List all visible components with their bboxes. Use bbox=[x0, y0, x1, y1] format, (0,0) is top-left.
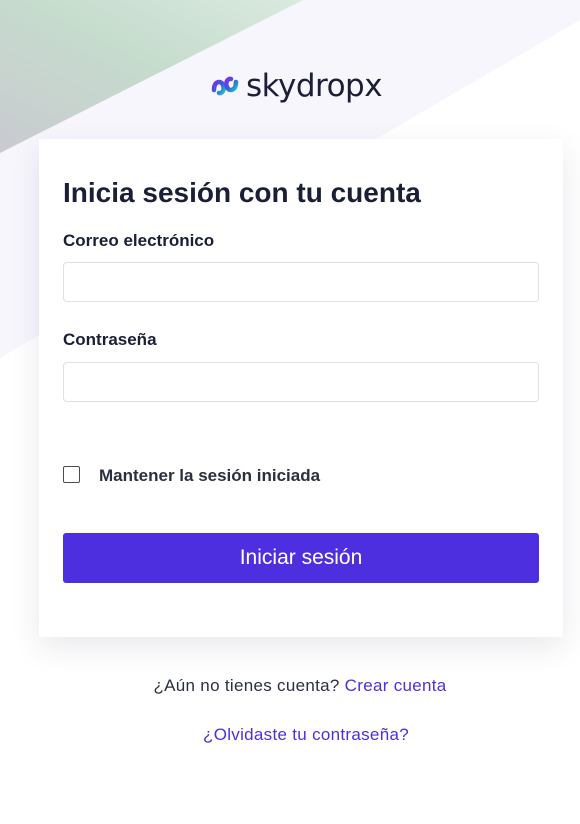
password-field[interactable] bbox=[63, 362, 539, 402]
password-label: Contraseña bbox=[63, 330, 157, 349]
create-account-link[interactable]: Crear cuenta bbox=[345, 676, 447, 695]
signup-prompt: ¿Aún no tienes cuenta? Crear cuenta bbox=[0, 676, 580, 696]
remember-me-row[interactable]: Mantener la sesión iniciada bbox=[63, 462, 320, 486]
remember-me-checkbox[interactable] bbox=[63, 465, 80, 483]
email-field[interactable] bbox=[63, 262, 539, 302]
page-title: Inicia sesión con tu cuenta bbox=[63, 177, 421, 208]
login-card: Inicia sesión con tu cuenta Correo elect… bbox=[39, 139, 563, 637]
brand-name: skydropx bbox=[246, 67, 383, 104]
skydropx-s-mark-icon bbox=[211, 76, 239, 96]
brand-logo: skydropx bbox=[211, 66, 383, 106]
forgot-password-row: ¿Olvidaste tu contraseña? bbox=[0, 725, 580, 745]
remember-me-label[interactable]: Mantener la sesión iniciada bbox=[99, 466, 320, 486]
forgot-password-link[interactable]: ¿Olvidaste tu contraseña? bbox=[203, 725, 409, 744]
login-button[interactable]: Iniciar sesión bbox=[63, 533, 539, 583]
no-account-text: ¿Aún no tienes cuenta? bbox=[153, 676, 340, 695]
email-label: Correo electrónico bbox=[63, 231, 215, 250]
